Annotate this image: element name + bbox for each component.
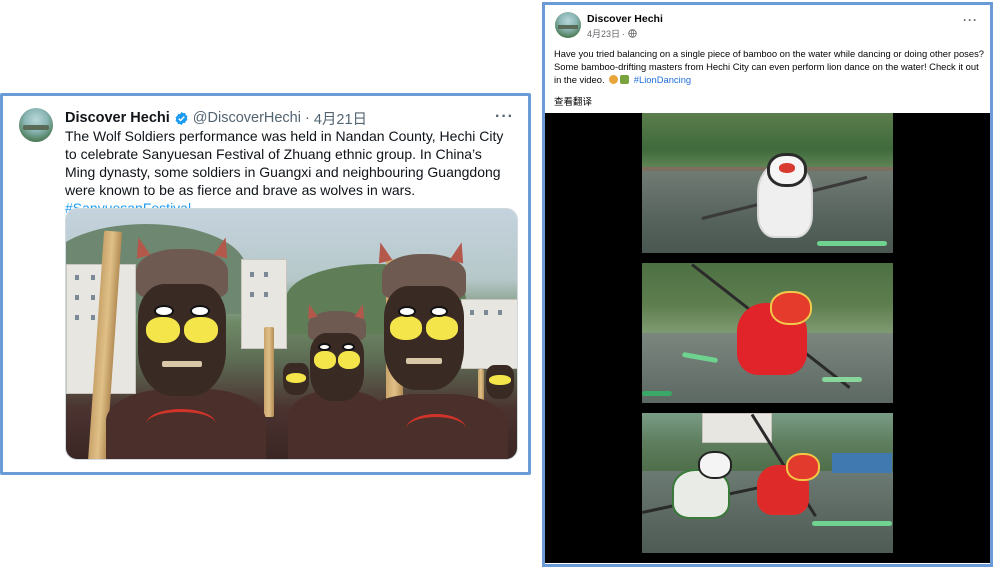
twitter-post-photo[interactable] <box>65 208 518 460</box>
globe-icon <box>628 29 637 38</box>
twitter-handle[interactable]: @DiscoverHechi <box>193 110 301 126</box>
twitter-avatar[interactable] <box>19 108 53 142</box>
more-options-icon[interactable]: ··· <box>495 108 514 126</box>
video-frame <box>642 263 893 403</box>
facebook-page-name[interactable]: Discover Hechi <box>587 13 663 25</box>
more-options-icon[interactable]: ··· <box>963 13 978 27</box>
twitter-display-name[interactable]: Discover Hechi <box>65 110 170 126</box>
header-separator: · <box>304 110 310 126</box>
twitter-post-body: The Wolf Soldiers performance was held i… <box>65 128 504 198</box>
twitter-post-text: The Wolf Soldiers performance was held i… <box>65 127 515 217</box>
twitter-post-card[interactable]: Discover Hechi @DiscoverHechi · 4月21日 ··… <box>0 93 531 475</box>
facebook-post-date[interactable]: 4月23日 <box>587 27 620 40</box>
lion-emoji-icon <box>609 75 619 85</box>
video-frame <box>642 113 893 253</box>
facebook-video-player[interactable] <box>545 113 990 563</box>
facebook-post-text: Have you tried balancing on a single pie… <box>554 47 986 87</box>
meta-separator: · <box>622 28 626 39</box>
wolf-soldier-figure <box>106 235 266 459</box>
facebook-post-body: Have you tried balancing on a single pie… <box>554 48 984 86</box>
twitter-post-date[interactable]: 4月21日 <box>314 108 367 129</box>
wolf-soldier-figure <box>281 357 311 417</box>
facebook-avatar[interactable] <box>555 12 581 38</box>
see-translation-link[interactable]: 查看翻译 <box>554 94 592 108</box>
facebook-post-meta: 4月23日 · <box>587 27 637 40</box>
bamboo-pole <box>264 327 274 417</box>
facebook-post-card[interactable]: Discover Hechi 4月23日 · ··· Have you trie… <box>542 2 993 567</box>
twitter-post-header: Discover Hechi @DiscoverHechi · 4月21日 <box>65 108 512 128</box>
bamboo-emoji-icon <box>620 75 630 85</box>
wolf-soldier-figure <box>484 359 517 419</box>
facebook-hashtag-link[interactable]: #LionDancing <box>634 74 691 85</box>
verified-badge-icon <box>175 111 188 125</box>
video-frame <box>642 413 893 553</box>
wolf-soldier-figure <box>358 240 508 459</box>
